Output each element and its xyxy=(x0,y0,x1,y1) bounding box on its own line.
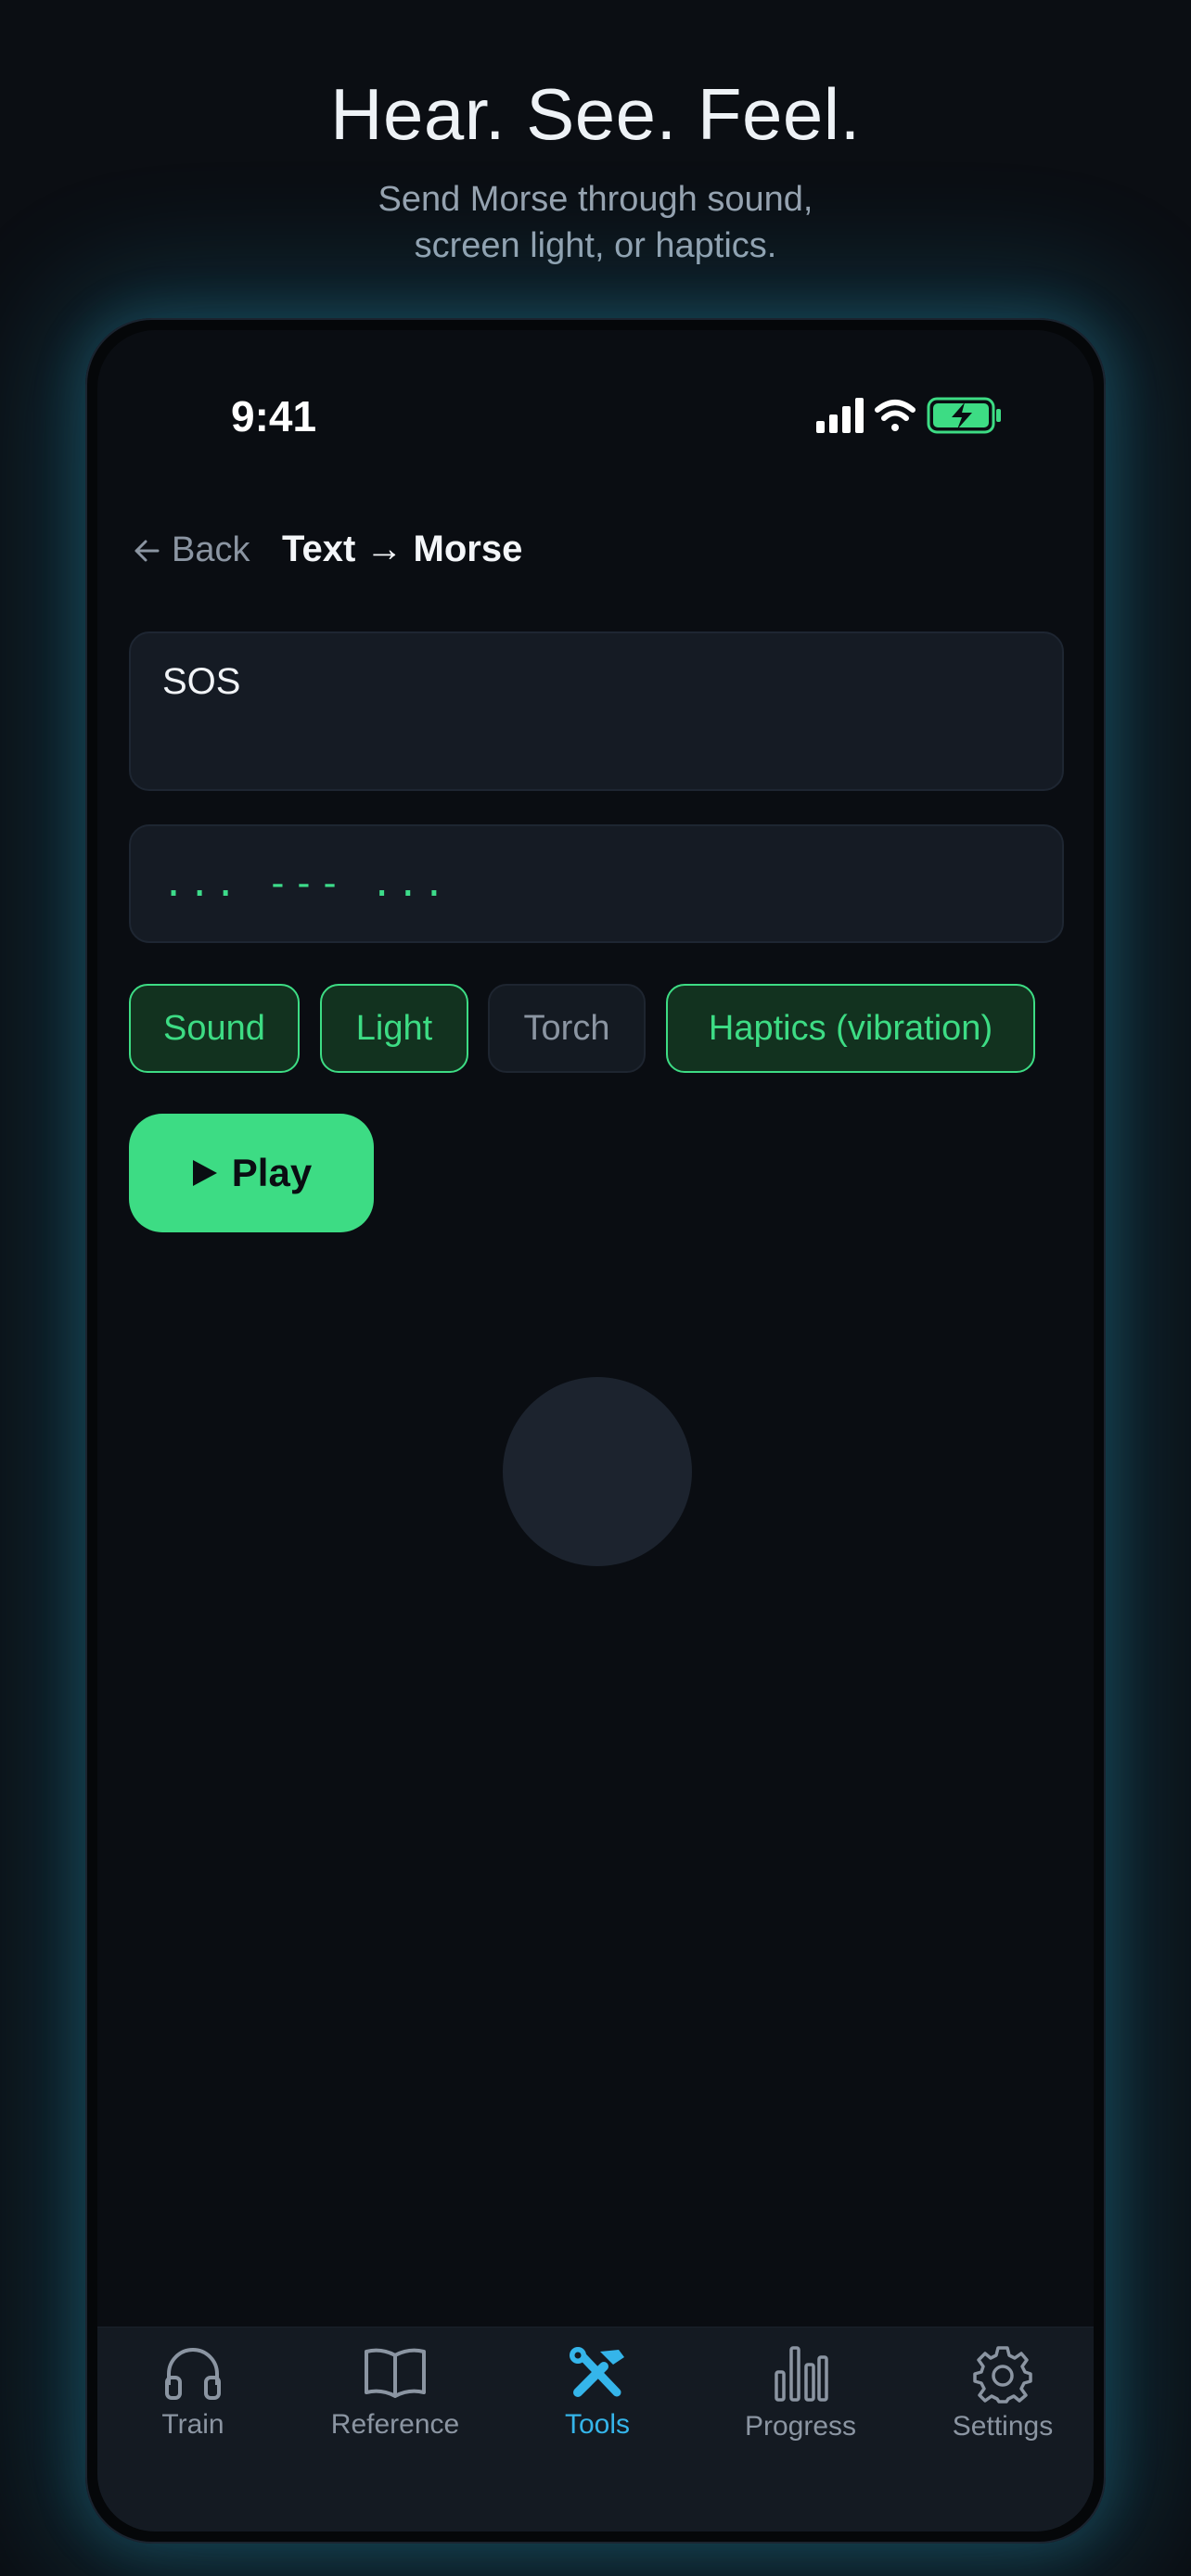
tab-bar: Train Reference Tools Progress Settings xyxy=(97,2327,1094,2531)
play-label: Play xyxy=(231,1151,313,1194)
hero-title: Hear. See. Feel. xyxy=(330,73,861,155)
signal-icon xyxy=(816,398,864,433)
tab-reference[interactable]: Reference xyxy=(302,2344,488,2441)
play-button[interactable]: Play xyxy=(129,1114,374,1232)
phone-screen: 9:41 Back Text → Morse SOS ... --- ... S… xyxy=(97,330,1094,2531)
tab-settings-label: Settings xyxy=(952,2411,1054,2442)
tab-tools[interactable]: Tools xyxy=(505,2344,690,2441)
text-input[interactable]: SOS xyxy=(129,631,1064,791)
page-title: Text → Morse xyxy=(282,529,523,569)
hero-subtitle: Send Morse through sound, screen light, … xyxy=(0,176,1191,269)
tab-tools-label: Tools xyxy=(564,2409,631,2440)
book-icon xyxy=(365,2348,426,2398)
headphones-icon xyxy=(165,2348,221,2400)
chip-sound[interactable]: Sound xyxy=(129,984,300,1073)
battery-charging-icon xyxy=(927,397,1001,434)
chip-torch[interactable]: Torch xyxy=(488,984,646,1073)
tab-train-label: Train xyxy=(161,2409,224,2440)
status-time: 9:41 xyxy=(231,392,317,440)
status-icons xyxy=(816,395,1020,438)
status-icon-group xyxy=(816,397,1001,434)
chip-light[interactable]: Light xyxy=(320,984,468,1073)
hero-subtitle-line-2: screen light, or haptics. xyxy=(414,226,777,265)
tab-train[interactable]: Train xyxy=(100,2344,286,2441)
chip-haptics[interactable]: Haptics (vibration) xyxy=(666,984,1035,1073)
tab-progress-label: Progress xyxy=(744,2411,857,2442)
play-icon xyxy=(192,1160,217,1186)
tab-progress[interactable]: Progress xyxy=(708,2344,893,2442)
back-label: Back xyxy=(172,530,250,569)
back-button[interactable]: Back xyxy=(133,530,250,570)
back-arrow-icon xyxy=(134,540,160,561)
hero-subtitle-line-1: Send Morse through sound, xyxy=(378,180,813,219)
morse-output: ... --- ... xyxy=(129,824,1064,943)
tab-settings[interactable]: Settings xyxy=(910,2344,1094,2442)
gear-icon xyxy=(973,2346,1032,2404)
bar-chart-icon xyxy=(775,2346,828,2402)
light-indicator xyxy=(503,1377,692,1566)
tools-icon xyxy=(570,2347,624,2397)
phone-frame: 9:41 Back Text → Morse SOS ... --- ... S… xyxy=(85,318,1106,2544)
tab-reference-label: Reference xyxy=(330,2409,460,2440)
wifi-icon xyxy=(875,400,916,431)
